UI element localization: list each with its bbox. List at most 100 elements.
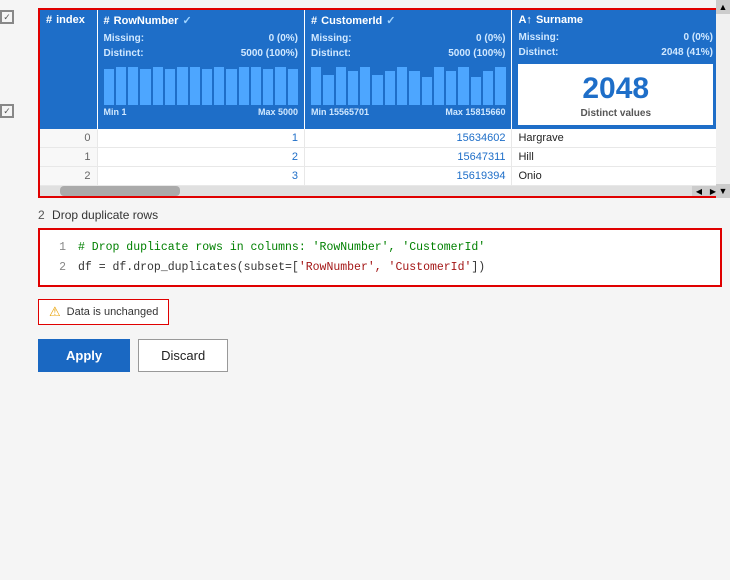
col-header-top-rownumber: # RowNumber ✓ [104,14,298,27]
code-args: 'RowNumber', 'CustomerId' [299,261,472,274]
bar [104,69,114,105]
distinct-val-surname: 2048 (41%) [661,45,713,60]
action-buttons: Apply Discard [38,339,722,372]
missing-val-surname: 0 (0%) [684,30,713,45]
min-label-rownumber: Min 1 [104,107,127,117]
col-header-top-surname: A↑ Surname [518,14,713,26]
col-header-top-index: # index [46,14,91,26]
distinct-label-surname: Distinct values [524,108,707,119]
bar [190,67,200,105]
warning-icon: ⚠ [49,304,61,320]
bar [311,67,321,105]
table-row: 0 1 15634602 Hargrave [40,129,720,148]
table-row: 2 3 15619394 Onio [40,167,720,186]
scrollbar-thumb[interactable] [60,186,180,196]
cell-customerid-1: 15647311 [305,148,512,167]
discard-button[interactable]: Discard [138,339,228,372]
bar [336,67,346,105]
bar [434,67,444,105]
bar [495,67,505,105]
code-text-2: df = df.drop_duplicates(subset=['RowNumb… [78,258,485,278]
code-line-2: 2 df = df.drop_duplicates(subset=['RowNu… [50,258,710,278]
distinct-large-block: 2048 Distinct values [518,64,713,125]
bar [471,77,481,105]
horizontal-scrollbar[interactable]: ◀ ▶ [40,186,720,196]
stat-distinct-customerid: Distinct: 5000 (100%) [311,46,505,61]
stat-distinct-surname: Distinct: 2048 (41%) [518,45,713,60]
table-body: 0 1 15634602 Hargrave 1 2 15647311 Hill [40,129,720,186]
col-header-rownumber[interactable]: # RowNumber ✓ Missing: 0 (0%) [97,10,304,129]
chart-range-rownumber: Min 1 Max 5000 [104,107,298,117]
bar [288,69,298,105]
bar [360,67,370,105]
code-block: 1 # Drop duplicate rows in columns: 'Row… [38,228,722,287]
distinct-label-c: Distinct: [311,46,351,61]
vertical-scrollbar[interactable]: ▲ ▼ [716,0,730,198]
stat-missing-customerid: Missing: 0 (0%) [311,31,505,46]
missing-label-s: Missing: [518,30,559,45]
bar [323,75,333,105]
bar [446,71,456,105]
step-number: 2 [38,208,45,222]
hash-icon-index: # [46,14,52,26]
table-row: 1 2 15647311 Hill [40,148,720,167]
col-label-surname: Surname [536,14,583,26]
apply-button[interactable]: Apply [38,339,130,372]
missing-val-rownumber: 0 (0%) [269,31,298,46]
line-number-2: 2 [50,258,66,278]
bar [483,71,493,105]
cell-index-0: 0 [40,129,97,148]
col-stats-surname: Missing: 0 (0%) Distinct: 2048 (41%) [518,30,713,60]
code-text-1: # Drop duplicate rows in columns: 'RowNu… [78,238,485,258]
cell-surname-1: Hill [512,148,720,167]
col-header-top-customerid: # CustomerId ✓ [311,14,505,27]
stat-missing-rownumber: Missing: 0 (0%) [104,31,298,46]
distinct-label: Distinct: [104,46,144,61]
distinct-count-surname: 2048 [524,70,707,108]
status-bar: ⚠ Data is unchanged [38,299,722,325]
scroll-up-arrow[interactable]: ▲ [716,0,730,14]
missing-val-customerid: 0 (0%) [476,31,505,46]
bar [348,71,358,105]
content-with-sidebar: ✓ ✓ # [0,0,730,380]
min-label-customerid: Min 15565701 [311,107,369,117]
step-indicator-1: ✓ [0,10,14,24]
missing-label: Missing: [104,31,145,46]
bar [177,67,187,105]
step-label: 2 Drop duplicate rows [38,208,722,222]
col-header-customerid[interactable]: # CustomerId ✓ Missing: 0 (0%) [305,10,512,129]
cell-index-1: 1 [40,148,97,167]
bar [458,67,468,105]
status-unchanged: ⚠ Data is unchanged [38,299,169,325]
bar [263,69,273,105]
hash-icon-rownumber: # [104,15,110,27]
bar [214,67,224,105]
cell-index-2: 2 [40,167,97,186]
distinct-label-s: Distinct: [518,45,558,60]
bar [385,71,395,105]
bar-chart-rownumber [104,65,298,105]
col-stats-rownumber: Missing: 0 (0%) Distinct: 5000 (100%) [104,31,298,61]
code-suffix: ]) [471,261,485,274]
bar-chart-customerid [311,65,505,105]
bar [226,69,236,105]
line-number-1: 1 [50,238,66,258]
bar [372,75,382,105]
bar [397,67,407,105]
data-table: # index # RowNumber [40,10,720,186]
step-indicator-2: ✓ [0,104,14,118]
data-preview: # index # RowNumber [38,8,722,198]
max-label-rownumber: Max 5000 [258,107,298,117]
distinct-val-customerid: 5000 (100%) [448,46,505,61]
bar [116,67,126,105]
col-label-index: index [56,14,85,26]
bar [422,77,432,105]
hash-icon-customerid: # [311,15,317,27]
cell-customerid-0: 15634602 [305,129,512,148]
cell-customerid-2: 15619394 [305,167,512,186]
check-icon-customerid: ✓ [386,14,395,27]
col-header-surname[interactable]: A↑ Surname Missing: 0 (0%) [512,10,720,129]
scroll-down-arrow[interactable]: ▼ [716,184,730,198]
stat-missing-surname: Missing: 0 (0%) [518,30,713,45]
scroll-left-arrow[interactable]: ◀ [692,186,706,196]
